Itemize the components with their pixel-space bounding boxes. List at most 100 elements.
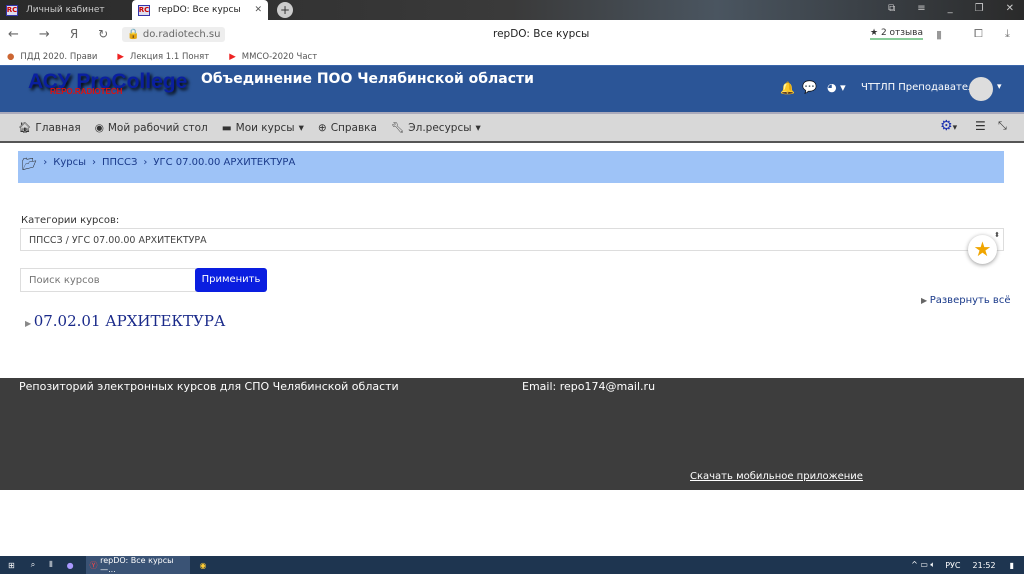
search-icon[interactable]: ⌕	[31, 560, 35, 570]
breadcrumb: 📂︎ › Курсы › ППССЗ › УГС 07.00.00 АРХИТЕКТУ…	[18, 151, 1004, 183]
site-title: Объединение ПОО Челябинской области	[201, 71, 534, 87]
tab-label: Личный кабинет	[26, 5, 105, 15]
nav-my-courses[interactable]: ▬ Мои курсы ▾	[222, 122, 304, 134]
course-category-item[interactable]: ▶ 07.02.01 АРХИТЕКТУРА	[25, 312, 225, 330]
close-tab-icon[interactable]: ✕	[254, 5, 262, 15]
nav-e-resources[interactable]: 🔧︎ Эл.ресурсы ▾	[390, 121, 481, 135]
footer: Репозиторий электронных курсов для СПО Ч…	[0, 378, 1024, 490]
yandex-browser-icon: Ⓨ	[89, 560, 98, 570]
search-courses-input[interactable]	[20, 268, 196, 292]
nav-label: Мои курсы	[235, 121, 295, 134]
footer-text: Репозиторий электронных курсов для СПО Ч…	[19, 380, 399, 393]
tab-all-courses[interactable]: RC repDO: Все курсы ✕	[132, 0, 268, 20]
tab-label: repDO: Все курсы	[158, 5, 241, 15]
toggle-blocks-icon[interactable]: ☰	[975, 119, 986, 133]
extensions-icon[interactable]: ⧠	[974, 27, 983, 41]
reviews-badge[interactable]: ★ 2 отзыва	[870, 28, 923, 40]
windows-start-icon[interactable]: ⊞	[8, 561, 15, 570]
chevron-down-icon: ▾	[475, 121, 481, 134]
caret-right-icon: ▶	[25, 319, 34, 328]
close-window-icon[interactable]: ✕	[1006, 3, 1014, 14]
clock[interactable]: 21:52	[973, 561, 996, 570]
task-view-icon[interactable]: ⫴	[49, 560, 52, 570]
notifications-bell-icon[interactable]: 🔔	[780, 81, 795, 95]
dashboard-icon: ◉	[94, 121, 104, 134]
url-field[interactable]: 🔒 do.radiotech.su	[122, 26, 226, 42]
alice-icon[interactable]: ●	[67, 561, 74, 570]
breadcrumb-courses[interactable]: Курсы	[53, 157, 86, 168]
page-title: repDO: Все курсы	[493, 28, 590, 40]
favorite-star-button[interactable]: ★	[968, 235, 997, 264]
apply-button[interactable]: Применить	[195, 268, 267, 292]
category-label: Категории курсов:	[21, 215, 120, 226]
nav-help[interactable]: ⊕ Справка	[318, 122, 377, 134]
chrome-icon[interactable]: ◉	[200, 561, 207, 570]
download-icon[interactable]: ⤓	[1005, 27, 1010, 41]
taskbar: ⊞ ⌕ ⫴ ● Ⓨ repDO: Все курсы —... ◉ ^ ▭ 🔈︎…	[0, 556, 1024, 574]
footer-email: Email: repo174@mail.ru	[522, 380, 656, 393]
messages-icon[interactable]: 💬	[802, 80, 817, 94]
minimize-icon[interactable]: _	[948, 3, 953, 14]
reload-icon[interactable]: ↻	[98, 27, 108, 41]
forward-icon[interactable]: →	[39, 27, 50, 42]
wrench-icon: 🔧︎	[390, 122, 405, 134]
notifications-icon[interactable]: ▮	[1010, 561, 1014, 570]
nav-label: Главная	[35, 121, 81, 134]
logo-subtitle: REPO.RADIOTECH	[50, 87, 123, 96]
bookmark-item[interactable]: ПДД 2020. Прави	[20, 52, 97, 62]
folder-icon: 📂︎	[22, 157, 38, 171]
nav-home[interactable]: 🏠︎ Главная	[18, 121, 81, 135]
user-name[interactable]: ЧТТЛП Преподаватель	[861, 82, 980, 93]
taskbar-browser-app[interactable]: Ⓨ repDO: Все курсы —...	[85, 556, 190, 574]
home-icon: 🏠︎	[18, 122, 32, 134]
bookmarks-bar: ● ПДД 2020. Прави ▶ Лекция 1.1 Понят ▶ ММСО…	[0, 48, 1024, 65]
site-favicon-icon: RC	[138, 4, 150, 16]
tabs-icon[interactable]: ⧉	[888, 3, 895, 14]
chevron-down-icon: ▾	[298, 121, 304, 134]
url-text: do.radiotech.su	[142, 28, 221, 40]
settings-gear-icon[interactable]: ⚙▾	[940, 118, 957, 134]
breadcrumb-ppssz[interactable]: ППССЗ	[102, 157, 137, 168]
caret-right-icon: ▶	[921, 296, 930, 305]
nav-label: Мой рабочий стол	[107, 121, 208, 134]
nav-dashboard[interactable]: ◉ Мой рабочий стол	[95, 122, 208, 134]
youtube-icon: ▶	[229, 51, 236, 62]
category-select[interactable]: ППССЗ / УГС 07.00.00 АРХИТЕКТУРА ⬍	[20, 228, 1004, 251]
reviews-text: 2 отзыва	[880, 28, 923, 38]
browser-tab-bar: RC Личный кабинет RC repDO: Все курсы ✕ + ⧉…	[0, 0, 1024, 20]
youtube-icon: ▶	[117, 51, 124, 62]
language-globe-icon[interactable]: ◕ ▾	[827, 81, 846, 94]
back-icon[interactable]: ←	[8, 27, 19, 42]
tray-icons[interactable]: ^ ▭ 🔈︎	[911, 560, 935, 570]
yandex-icon[interactable]: Я	[70, 27, 78, 41]
main-nav: 🏠︎ Главная ◉ Мой рабочий стол ▬ Мои курсы ▾ …	[0, 112, 1024, 143]
address-bar: ← → Я ↻ 🔒 do.radiotech.su repDO: Все кур…	[0, 20, 1024, 48]
user-menu-chevron-icon[interactable]: ▾	[997, 82, 1002, 92]
site-favicon-icon: RC	[6, 4, 18, 16]
select-arrows-icon: ⬍	[994, 231, 1000, 239]
avatar[interactable]	[969, 77, 993, 101]
bookmark-favicon-icon: ●	[7, 51, 15, 62]
lock-icon: 🔒	[127, 28, 140, 40]
menu-icon[interactable]: ≡	[917, 3, 925, 14]
mobile-app-link[interactable]: Скачать мобильное приложение	[690, 471, 863, 482]
course-category-title: 07.02.01 АРХИТЕКТУРА	[33, 312, 226, 330]
taskbar-app-label: repDO: Все курсы —...	[100, 556, 174, 574]
fullscreen-collapse-icon[interactable]: ⤡	[998, 119, 1007, 133]
site-header: АСУ ProCollege REPO.RADIOTECH Объединени…	[0, 65, 1024, 112]
briefcase-icon: ▬	[221, 121, 232, 134]
nav-label: Справка	[330, 121, 377, 134]
nav-label: Эл.ресурсы	[408, 121, 472, 134]
bookmark-item[interactable]: Лекция 1.1 Понят	[130, 52, 209, 62]
expand-all-link[interactable]: ▶ Развернуть всё	[921, 295, 1010, 306]
expand-all-label: Развернуть всё	[929, 295, 1011, 306]
restore-icon[interactable]: ❐	[975, 3, 984, 14]
logo[interactable]: АСУ ProCollege REPO.RADIOTECH	[28, 70, 187, 96]
bookmark-icon[interactable]: ▮	[936, 28, 942, 41]
language-indicator[interactable]: РУС	[945, 561, 960, 570]
new-tab-button[interactable]: +	[277, 2, 293, 18]
tab-personal-cabinet[interactable]: RC Личный кабинет	[0, 0, 130, 20]
breadcrumb-ugs[interactable]: УГС 07.00.00 АРХИТЕКТУРА	[153, 157, 295, 168]
category-value: ППССЗ / УГС 07.00.00 АРХИТЕКТУРА	[29, 235, 207, 246]
bookmark-item[interactable]: ММСО-2020 Част	[242, 52, 317, 62]
